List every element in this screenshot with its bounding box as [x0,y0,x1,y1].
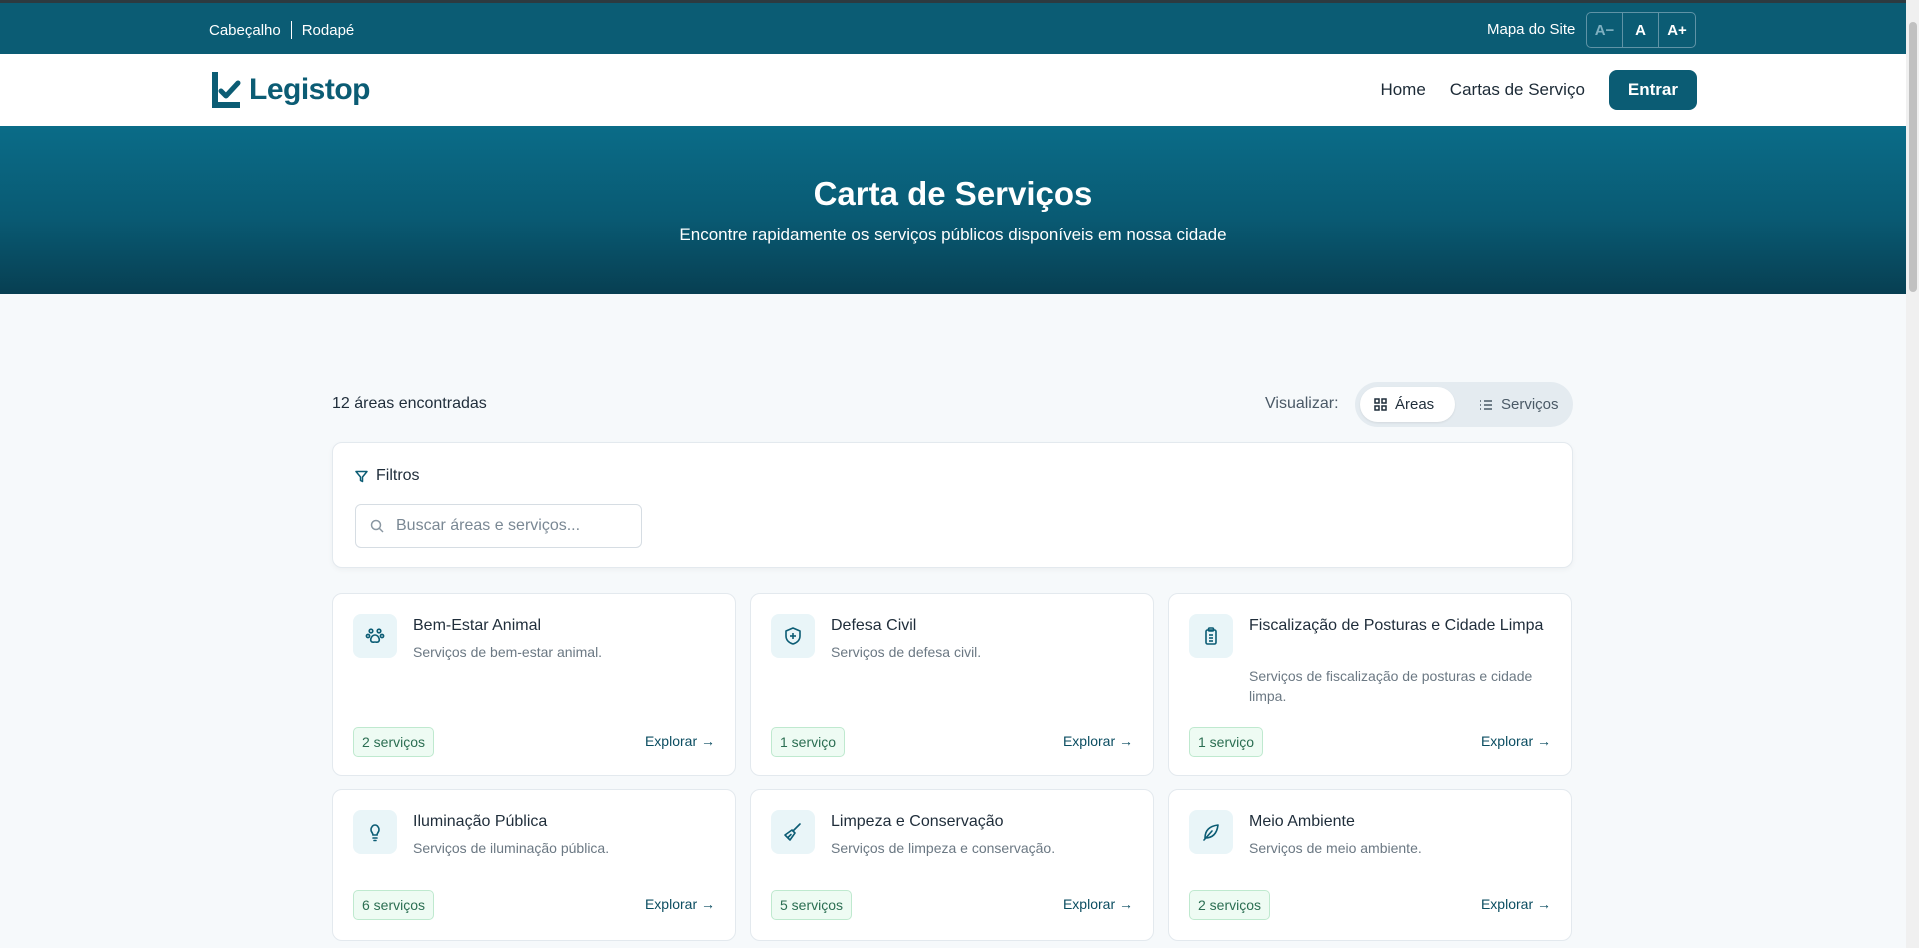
area-icon-box [771,614,815,658]
search-input[interactable]: Buscar áreas e serviços... [355,504,642,548]
search-icon [370,519,384,533]
explore-link[interactable]: Explorar → [1063,896,1133,912]
skip-links: Cabeçalho Rodapé [209,21,354,39]
shield-plus-icon [785,627,801,645]
list-icon [1480,399,1492,410]
area-description: Serviços de bem-estar animal. [413,644,603,660]
area-description: Serviços de limpeza e conservação. [831,840,1056,856]
primary-nav: Home Cartas de Serviço Entrar [1380,70,1697,110]
font-reset-button[interactable]: A [1623,13,1659,47]
skip-to-header-link[interactable]: Cabeçalho [209,22,281,39]
brand-name: Legistop [249,73,371,106]
paw-icon [365,628,385,644]
font-decrease-button[interactable]: A− [1587,13,1623,47]
service-count-badge: 2 serviços [1189,890,1271,920]
grid-icon [1374,398,1387,411]
search-placeholder: Buscar áreas e serviços... [396,517,581,534]
scrollbar-thumb[interactable] [1909,22,1917,292]
area-card[interactable]: Limpeza e Conservação Serviços de limpez… [750,789,1154,941]
page-title: Carta de Serviços [813,175,1093,212]
skip-to-footer-link[interactable]: Rodapé [302,22,355,39]
area-description: Serviços de fiscalização de posturas e c… [1249,668,1533,704]
explore-link[interactable]: Explorar → [1481,733,1551,749]
accessibility-bar: Cabeçalho Rodapé Mapa do Site A− A A+ [0,0,1906,54]
area-title: Limpeza e Conservação [831,813,1004,830]
divider [290,21,292,39]
nav-home-link[interactable]: Home [1380,80,1425,100]
results-count: 12 áreas encontradas [332,395,487,412]
area-icon-box [771,810,815,854]
filters-title: Filtros [376,467,420,484]
broom-icon [784,823,801,841]
clipboard-icon [1205,627,1217,645]
area-title: Iluminação Pública [413,813,548,830]
service-count-badge: 1 serviço [771,727,846,757]
main-navbar: Legistop Home Cartas de Serviço Entrar [0,54,1906,126]
area-card[interactable]: Fiscalização de Posturas e Cidade Limpa … [1168,593,1572,776]
page-scrollbar[interactable] [1906,0,1919,948]
view-areas-label: Áreas [1395,396,1435,413]
nav-cartas-link[interactable]: Cartas de Serviço [1450,80,1585,100]
logo-check-icon [212,72,241,108]
explore-link[interactable]: Explorar → [645,733,715,749]
service-count-badge: 2 serviços [353,727,435,757]
area-icon-box [353,810,397,854]
view-label: Visualizar: [1265,395,1339,412]
explore-link[interactable]: Explorar → [1063,733,1133,749]
view-areas-button[interactable]: Áreas [1360,387,1455,422]
area-title: Meio Ambiente [1249,813,1355,830]
lightbulb-icon [370,824,380,842]
area-description: Serviços de defesa civil. [831,644,982,660]
leaf-icon [1203,824,1219,841]
hero-banner: Carta de Serviços Encontre rapidamente o… [0,126,1906,294]
area-title: Fiscalização de Posturas e Cidade Limpa [1249,617,1544,634]
explore-link[interactable]: Explorar → [1481,896,1551,912]
area-title: Defesa Civil [831,617,917,634]
area-icon-box [353,614,397,658]
filters-panel: Filtros Buscar áreas e serviços... [332,442,1573,568]
area-card[interactable]: Bem-Estar Animal Serviços de bem-estar a… [332,593,736,776]
service-count-badge: 6 serviços [353,890,435,920]
area-icon-box [1189,810,1233,854]
explore-link[interactable]: Explorar → [645,896,715,912]
area-card[interactable]: Meio Ambiente Serviços de meio ambiente.… [1168,789,1572,941]
filter-icon [355,470,368,482]
area-card[interactable]: Defesa Civil Serviços de defesa civil. 1… [750,593,1154,776]
sitemap-link[interactable]: Mapa do Site [1487,21,1575,38]
font-increase-button[interactable]: A+ [1659,13,1695,47]
service-count-badge: 1 serviço [1189,727,1264,757]
area-description: Serviços de iluminação pública. [413,840,610,856]
service-count-badge: 5 serviços [771,890,853,920]
area-icon-box [1189,614,1233,658]
brand-logo[interactable]: Legistop [209,70,371,110]
filters-heading: Filtros [355,467,420,485]
view-services-label: Serviços [1501,396,1559,413]
login-button[interactable]: Entrar [1608,70,1697,110]
view-services-button[interactable]: Serviços [1465,387,1573,422]
area-description: Serviços de meio ambiente. [1249,840,1422,856]
font-size-controls: A− A A+ [1586,12,1696,48]
page-subtitle: Encontre rapidamente os serviços público… [679,225,1227,244]
area-card[interactable]: Iluminação Pública Serviços de iluminaçã… [332,789,736,941]
view-toggle: Áreas Serviços [1355,382,1573,427]
area-title: Bem-Estar Animal [413,617,542,634]
